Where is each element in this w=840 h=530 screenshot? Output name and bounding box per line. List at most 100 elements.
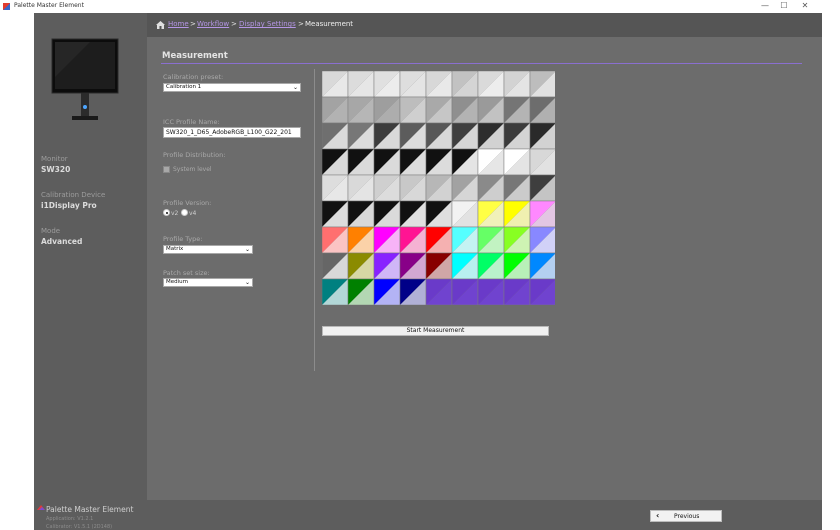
breadcrumb-separator: > xyxy=(231,20,237,28)
breadcrumb-separator: > xyxy=(298,20,304,28)
calibrator-version: Calibrator: V1.5.1 (2D148) xyxy=(46,524,113,530)
icc-profile-name-input[interactable]: SW320_1_D65_AdobeRGB_L100_G22_201 xyxy=(163,127,301,138)
color-patch xyxy=(477,71,505,98)
color-patch xyxy=(503,200,531,228)
color-patch xyxy=(399,71,427,98)
left-margin xyxy=(0,13,34,530)
minimize-button[interactable]: — xyxy=(757,0,773,13)
profile-type-value: Matrix xyxy=(166,246,184,252)
version-v2-radio[interactable] xyxy=(163,209,170,216)
color-patch xyxy=(399,96,427,124)
version-v4-radio[interactable] xyxy=(181,209,188,216)
version-v4-label: v4 xyxy=(189,210,197,217)
section-divider xyxy=(161,63,802,64)
calibration-device-label: Calibration Device xyxy=(41,191,106,199)
version-v2-label: v2 xyxy=(171,210,179,217)
color-patch xyxy=(399,226,427,254)
color-patch xyxy=(451,148,479,176)
color-patch xyxy=(529,200,555,228)
color-patch xyxy=(322,71,349,98)
color-patch xyxy=(425,122,453,150)
color-patch xyxy=(503,278,531,305)
color-patch xyxy=(529,226,555,254)
color-patch xyxy=(451,96,479,124)
previous-label: Previous xyxy=(674,513,700,520)
color-patch xyxy=(373,148,401,176)
color-patch xyxy=(399,122,427,150)
color-patch xyxy=(322,200,349,228)
color-patch xyxy=(399,148,427,176)
color-patch xyxy=(399,252,427,280)
previous-button[interactable]: ‹ Previous xyxy=(650,510,722,522)
calibration-preset-value: Calibration 1 xyxy=(166,84,202,90)
breadcrumb-home-link[interactable]: Home xyxy=(168,20,189,28)
color-patch xyxy=(529,122,555,150)
color-patch xyxy=(477,278,505,305)
color-patch-grid xyxy=(322,71,555,305)
main-content: Home > Workflow > Display Settings > Mea… xyxy=(147,13,822,500)
chevron-down-icon: ⌄ xyxy=(244,279,250,286)
color-patch xyxy=(425,252,453,280)
color-patch xyxy=(477,200,505,228)
color-patch xyxy=(477,252,505,280)
breadcrumb-separator: > xyxy=(190,20,196,28)
system-level-checkbox[interactable] xyxy=(163,166,170,173)
arrow-left-icon: ‹ xyxy=(656,511,660,520)
color-patch xyxy=(373,252,401,280)
palette-logo-icon xyxy=(37,505,45,510)
profile-distribution-label: Profile Distribution: xyxy=(163,151,226,159)
color-patch xyxy=(425,226,453,254)
color-patch xyxy=(347,148,375,176)
color-patch xyxy=(373,278,401,305)
chevron-down-icon: ⌄ xyxy=(244,246,250,253)
breadcrumb: Home > Workflow > Display Settings > Mea… xyxy=(147,13,822,37)
mode-value: Advanced xyxy=(41,237,83,246)
maximize-button[interactable]: ☐ xyxy=(776,0,792,13)
monitor-label: Monitor xyxy=(41,155,68,163)
color-patch xyxy=(347,122,375,150)
color-patch xyxy=(425,148,453,176)
color-patch xyxy=(322,122,349,150)
color-patch xyxy=(503,148,531,176)
color-patch xyxy=(451,122,479,150)
calibration-preset-label: Calibration preset: xyxy=(163,73,224,81)
monitor-value: SW320 xyxy=(41,165,71,174)
calibration-device-value: i1Display Pro xyxy=(41,201,97,210)
right-margin xyxy=(822,13,840,530)
color-patch xyxy=(451,252,479,280)
color-patch xyxy=(373,122,401,150)
breadcrumb-workflow-link[interactable]: Workflow xyxy=(197,20,229,28)
color-patch xyxy=(347,200,375,228)
color-patch xyxy=(529,148,555,176)
color-patch xyxy=(477,122,505,150)
color-patch xyxy=(425,96,453,124)
patch-set-size-value: Medium xyxy=(166,279,188,285)
patch-set-size-select[interactable]: Medium ⌄ xyxy=(163,278,253,287)
color-patch xyxy=(529,278,555,305)
chevron-down-icon: ⌄ xyxy=(292,84,298,91)
start-measurement-button[interactable]: Start Measurement xyxy=(322,326,549,336)
color-patch xyxy=(425,278,453,305)
monitor-image xyxy=(51,38,119,120)
color-patch xyxy=(529,174,555,202)
profile-type-select[interactable]: Matrix ⌄ xyxy=(163,245,253,254)
close-button[interactable]: ✕ xyxy=(797,0,813,13)
color-patch xyxy=(373,200,401,228)
calibration-preset-select[interactable]: Calibration 1 ⌄ xyxy=(163,83,301,92)
patch-set-size-label: Patch set size: xyxy=(163,269,210,277)
color-patch xyxy=(425,200,453,228)
color-patch xyxy=(425,71,453,98)
color-patch xyxy=(451,174,479,202)
window-title: Palette Master Element xyxy=(14,2,84,9)
color-patch xyxy=(399,278,427,305)
color-patch xyxy=(373,174,401,202)
home-icon[interactable] xyxy=(156,21,165,29)
color-patch xyxy=(322,148,349,176)
color-patch xyxy=(451,200,479,228)
icc-profile-label: ICC Profile Name: xyxy=(163,118,220,126)
profile-type-label: Profile Type: xyxy=(163,235,203,243)
app-version: Application: V1.2.1 xyxy=(46,516,94,522)
color-patch xyxy=(347,174,375,202)
breadcrumb-display-settings-link[interactable]: Display Settings xyxy=(239,20,296,28)
color-patch xyxy=(451,278,479,305)
